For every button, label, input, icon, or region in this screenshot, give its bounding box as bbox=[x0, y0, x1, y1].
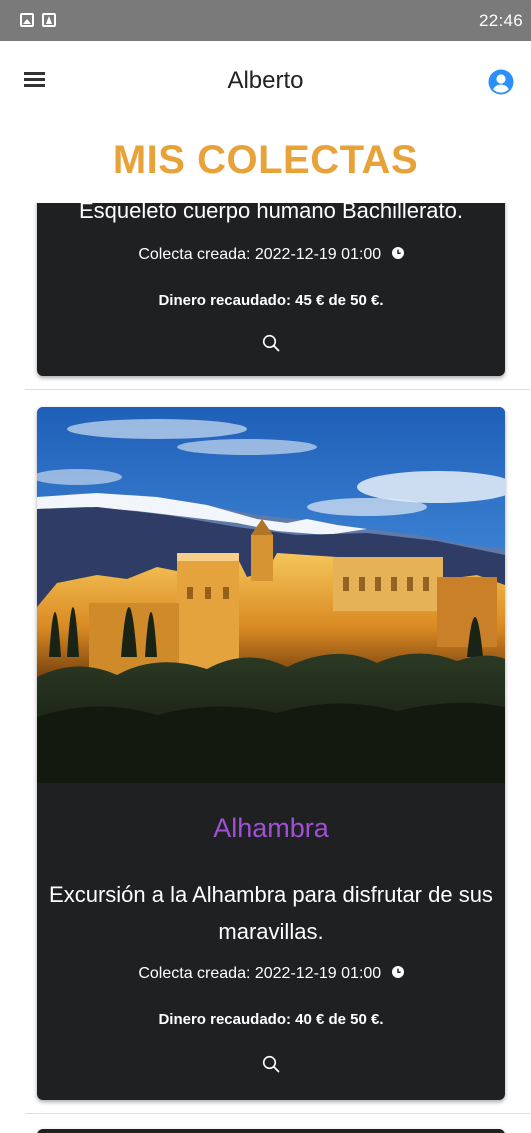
alhambra-image bbox=[37, 407, 505, 783]
app-header: Alberto bbox=[0, 41, 531, 121]
collection-created-text: Colecta creada: 2022-12-19 01:00 bbox=[138, 965, 382, 982]
collection-created: Colecta creada: 2022-12-19 01:00 bbox=[37, 246, 505, 264]
collection-card[interactable]: Esqueleto cuerpo humano Bachillerato. Co… bbox=[37, 203, 505, 376]
page-title: MIS COLECTAS bbox=[112, 138, 419, 182]
collection-raised: Dinero recaudado: 40 € de 50 €. bbox=[158, 1011, 384, 1028]
collection-description: Esqueleto cuerpo humano Bachillerato. bbox=[78, 203, 464, 223]
header-title: Alberto bbox=[227, 67, 304, 94]
clock-icon bbox=[391, 246, 404, 259]
status-time: 22:46 bbox=[478, 11, 523, 30]
gallery-icon bbox=[20, 13, 34, 27]
collection-card[interactable]: Alhambra Excursión a la Alhambra para di… bbox=[37, 407, 505, 1100]
account-circle-icon[interactable] bbox=[488, 69, 514, 95]
collections-list[interactable]: Esqueleto cuerpo humano Bachillerato. Co… bbox=[0, 203, 531, 1133]
collection-created: Colecta creada: 2022-12-19 01:00 bbox=[37, 965, 505, 983]
card-divider bbox=[25, 1113, 530, 1114]
collection-title[interactable]: Alhambra bbox=[37, 813, 505, 844]
collection-created-text: Colecta creada: 2022-12-19 01:00 bbox=[138, 246, 382, 263]
app-notification-icon bbox=[42, 13, 56, 27]
search-icon[interactable] bbox=[262, 1055, 280, 1073]
clock-icon bbox=[391, 965, 404, 978]
collection-description: Excursión a la Alhambra para disfrutar d… bbox=[49, 882, 493, 944]
status-bar: 22:46 bbox=[0, 0, 531, 41]
search-icon[interactable] bbox=[262, 334, 280, 352]
collection-card[interactable] bbox=[37, 1129, 505, 1133]
collection-raised: Dinero recaudado: 45 € de 50 €. bbox=[158, 292, 384, 309]
card-divider bbox=[25, 389, 530, 390]
